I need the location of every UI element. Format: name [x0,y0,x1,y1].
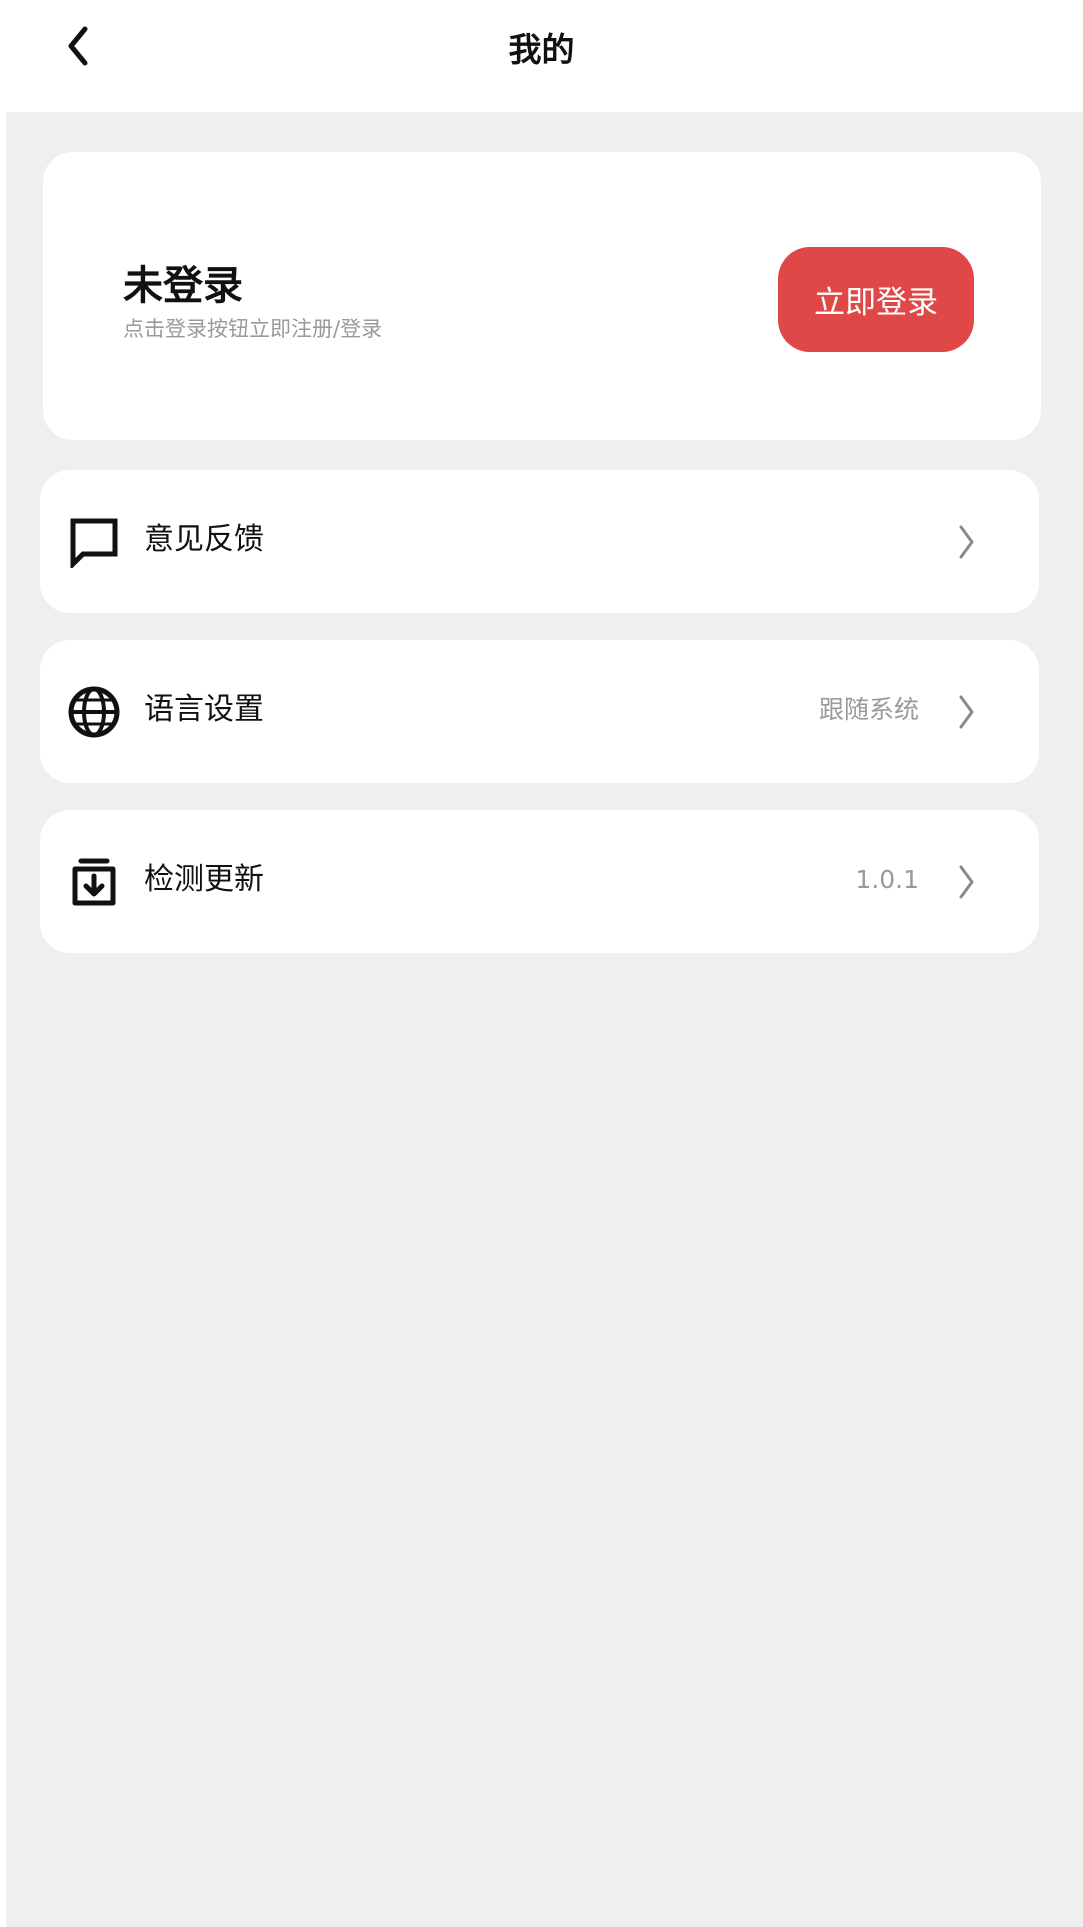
page-title: 我的 [508,30,575,69]
menu-item-label: 语言设置 [144,692,264,727]
version-text: 1.0.1 [855,865,919,894]
menu-item-label: 检测更新 [144,862,264,897]
chevron-right-icon [953,862,981,902]
menu-item-label: 意见反馈 [144,522,264,557]
menu-item-language[interactable]: 语言设置 跟随系统 [40,640,1039,783]
menu-item-update[interactable]: 检测更新 1.0.1 [40,810,1039,953]
main-content: 未登录 点击登录按钮立即注册/登录 立即登录 意见反馈 语言设置 跟随系统 检测… [6,112,1083,1927]
top-bar: 我的 [0,0,1083,112]
login-hint-text: 点击登录按钮立即注册/登录 [123,317,383,341]
menu-item-feedback[interactable]: 意见反馈 [40,470,1039,613]
menu-item-value: 跟随系统 [818,695,919,724]
login-button[interactable]: 立即登录 [778,247,974,352]
globe-icon [66,684,122,740]
chevron-right-icon [953,692,981,732]
my-page: 我的 未登录 点击登录按钮立即注册/登录 立即登录 意见反馈 语言设置 跟随系统… [0,0,1083,1927]
chevron-right-icon [953,522,981,562]
chat-bubble-icon [66,514,122,570]
login-status-title: 未登录 [123,263,243,309]
login-card: 未登录 点击登录按钮立即注册/登录 立即登录 [43,152,1041,440]
download-box-icon [66,854,122,910]
